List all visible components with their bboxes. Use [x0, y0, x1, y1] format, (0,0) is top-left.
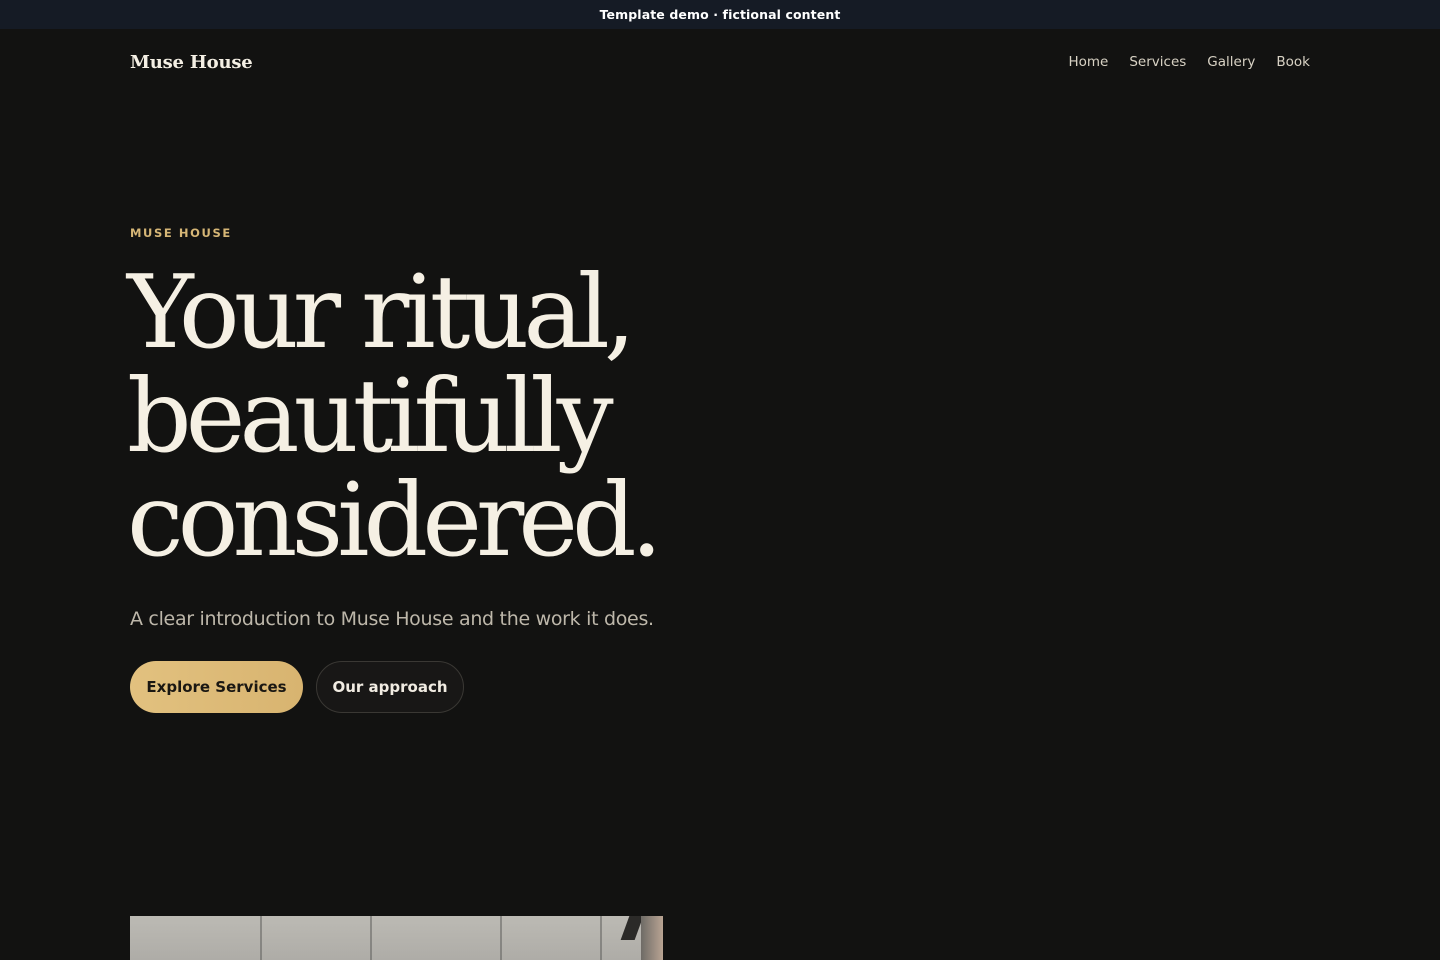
image-detail [260, 916, 262, 960]
hero-section: MUSE HOUSE Your ritual, beautifully cons… [127, 226, 830, 713]
hero-headline: Your ritual, beautifully considered. [127, 260, 830, 572]
hero-subtitle: A clear introduction to Muse House and t… [130, 608, 654, 630]
explore-services-button[interactable]: Explore Services [130, 661, 303, 713]
hero-headline-line-3: considered. [127, 461, 663, 579]
brand-logo[interactable]: Muse House [130, 52, 253, 73]
nav-link-book[interactable]: Book [1276, 54, 1310, 70]
site-header: Muse House Home Services Gallery Book [130, 46, 1310, 78]
hero-cta-group: Explore Services Our approach [130, 661, 830, 713]
image-detail [370, 916, 372, 960]
main-nav: Home Services Gallery Book [1068, 54, 1310, 70]
nav-link-home[interactable]: Home [1068, 54, 1108, 70]
image-detail [641, 916, 663, 960]
nav-link-gallery[interactable]: Gallery [1207, 54, 1255, 70]
image-detail [500, 916, 502, 960]
image-detail [600, 916, 602, 960]
demo-banner: Template demo · fictional content [0, 0, 1440, 29]
our-approach-button[interactable]: Our approach [316, 661, 464, 713]
nav-link-services[interactable]: Services [1129, 54, 1186, 70]
image-detail [620, 916, 644, 940]
demo-banner-text: Template demo · fictional content [599, 7, 841, 22]
hero-image [130, 916, 663, 960]
hero-headline-line-1: Your ritual, [127, 253, 636, 371]
hero-headline-line-2: beautifully [127, 357, 614, 475]
hero-eyebrow: MUSE HOUSE [130, 226, 232, 240]
